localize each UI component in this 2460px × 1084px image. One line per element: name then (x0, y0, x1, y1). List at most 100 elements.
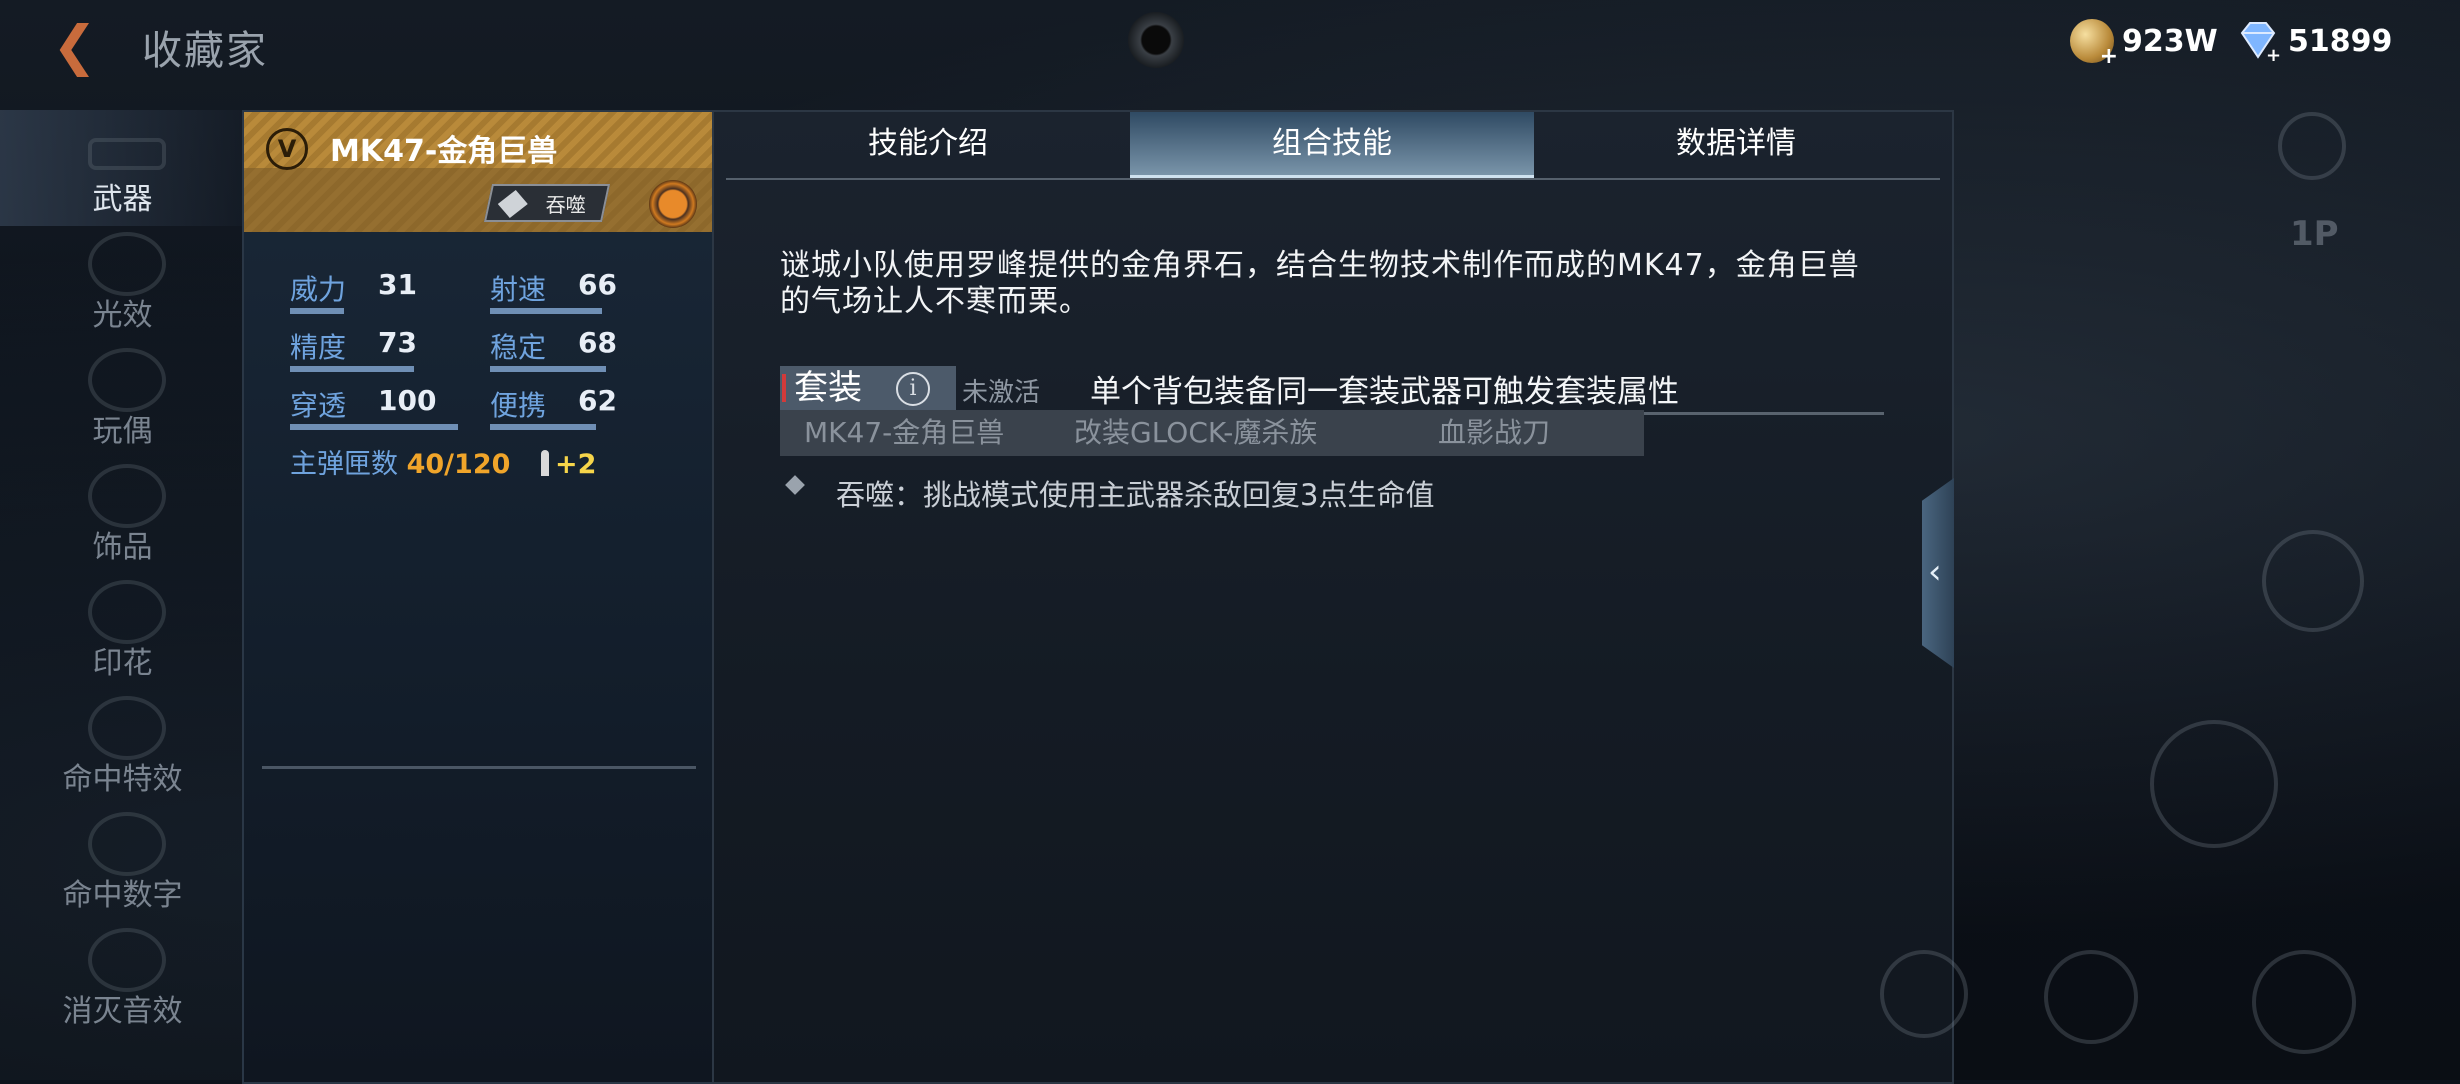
page-title: 收藏家 (142, 28, 268, 74)
gem-amount: 51899 (2288, 23, 2393, 59)
dpad-icon[interactable] (2278, 112, 2346, 180)
set-member: MK47-金角巨兽 (804, 416, 1005, 449)
info-icon[interactable]: i (896, 372, 930, 406)
gem-balance[interactable]: + 51899 (2236, 16, 2392, 66)
bullet-diamond-icon (785, 475, 805, 495)
set-description: 单个背包装备同一套装武器可触发套装属性 (1090, 374, 1679, 410)
fire-button-icon[interactable] (2252, 950, 2356, 1054)
hit-number-icon (88, 812, 166, 876)
stat-fire-rate: 射速 66 (490, 268, 680, 316)
stat-power: 威力 31 (290, 268, 480, 316)
weapon-orb-icon[interactable] (649, 180, 697, 228)
set-member: 改装GLOCK-魔杀族 (1074, 416, 1318, 449)
sidebar-item-label: 消灭音效 (62, 994, 183, 1029)
swap-icon[interactable] (2044, 950, 2138, 1044)
stat-value: 31 (378, 268, 417, 301)
stat-bar (290, 308, 344, 314)
set-member: 血影战刀 (1438, 416, 1551, 449)
sidebar-item-weapons[interactable]: 武器 (0, 110, 245, 226)
weapon-header: V MK47-金角巨兽 吞噬 (244, 112, 714, 232)
action-button-icon[interactable] (1880, 950, 1968, 1038)
crosshair-icon (88, 696, 166, 760)
sidebar-item-label: 印花 (92, 646, 153, 681)
sidebar-item-label: 命中特效 (62, 762, 183, 797)
player-tag: 1P (2290, 214, 2339, 254)
stat-value: 100 (378, 384, 437, 417)
sidebar-item-dolls[interactable]: 玩偶 (0, 342, 245, 458)
stat-bar (490, 366, 606, 372)
set-status: 未激活 (962, 378, 1041, 408)
magazine-info: 主弹匣数 40/120 +2 (290, 442, 596, 481)
stat-bar (490, 308, 602, 314)
tab-data-details[interactable]: 数据详情 (1534, 112, 1938, 178)
skill-icon (495, 190, 531, 218)
collapse-panel-button[interactable]: ‹ (1922, 478, 1954, 668)
header-shade (244, 168, 714, 232)
back-arrow-icon[interactable]: ❮ (52, 18, 112, 74)
sidebar-item-light-effects[interactable]: 光效 (0, 226, 245, 342)
sidebar-item-hit-effects[interactable]: 命中特效 (0, 690, 245, 806)
magazine-current: 40 (406, 449, 445, 480)
divider (262, 766, 696, 769)
chevron-left-icon: ‹ (1928, 552, 1942, 592)
sidebar-item-stickers[interactable]: 印花 (0, 574, 245, 690)
accessory-icon (88, 464, 166, 528)
stat-bar (490, 424, 596, 430)
skill-tag-label: 吞噬 (545, 193, 586, 217)
stat-portability: 便携 62 (490, 384, 680, 432)
skill-tag[interactable]: 吞噬 (483, 184, 611, 222)
sidebar-item-label: 饰品 (92, 530, 153, 565)
set-label-text: 套装 (794, 368, 862, 408)
stat-label: 穿透 (290, 389, 347, 422)
diamond-icon: + (2240, 22, 2280, 61)
stat-accuracy: 精度 73 (290, 326, 480, 374)
weapon-name: MK47-金角巨兽 (330, 134, 558, 169)
divider (726, 178, 1940, 180)
sidebar-item-label: 武器 (92, 182, 153, 217)
tab-combo-skills[interactable]: 组合技能 (1130, 112, 1534, 178)
tab-skill-intro[interactable]: 技能介绍 (726, 112, 1130, 178)
sidebar-item-kill-sounds[interactable]: 消灭音效 (0, 922, 245, 1038)
set-effect-text: 吞噬：挑战模式使用主武器杀敌回复3点生命值 (836, 478, 1435, 512)
bullet-icon (541, 450, 549, 476)
sidebar-item-label: 光效 (92, 298, 153, 333)
stat-label: 射速 (490, 273, 547, 306)
coin-balance[interactable]: 923W (2070, 16, 2218, 69)
doll-icon (88, 348, 166, 412)
magazine-label: 主弹匣数 (290, 449, 398, 480)
camera-lens-icon (1128, 12, 1184, 68)
set-bonus-header: 套装 i 未激活 单个背包装备同一套装武器可触发套装属性 (780, 356, 1884, 415)
sidebar-item-label: 玩偶 (92, 414, 153, 449)
stat-penetration: 穿透 100 (290, 384, 480, 432)
magazine-total: /120 (444, 449, 511, 480)
coin-icon (2070, 19, 2118, 69)
category-sidebar: 武器 光效 玩偶 饰品 印花 命中特效 命中数字 消灭音效 (0, 110, 245, 1080)
rifle-icon (88, 138, 166, 170)
stat-bar (290, 366, 414, 372)
stat-stability: 稳定 68 (490, 326, 680, 374)
stat-label: 威力 (290, 273, 347, 306)
coin-amount: 923W (2122, 23, 2218, 59)
top-bar: ❮ 收藏家 923W + 51899 (0, 0, 2460, 90)
bullet-button-icon[interactable] (2150, 720, 2278, 848)
set-label: 套装 i (780, 366, 956, 410)
tab-bar: 技能介绍 组合技能 数据详情 (726, 112, 1940, 178)
weapon-info-panel: V MK47-金角巨兽 吞噬 威力 31 射速 66 精度 73 稳定 68 穿… (242, 110, 716, 1084)
stat-value: 68 (578, 326, 617, 359)
sound-icon (88, 928, 166, 992)
sidebar-item-label: 命中数字 (62, 878, 183, 913)
set-members: MK47-金角巨兽 改装GLOCK-魔杀族 血影战刀 (780, 410, 1644, 456)
sidebar-item-accessories[interactable]: 饰品 (0, 458, 245, 574)
stat-value: 66 (578, 268, 617, 301)
stat-label: 便携 (490, 389, 547, 422)
stat-bar (290, 424, 458, 430)
stat-label: 稳定 (490, 331, 547, 364)
skill-detail-panel: 技能介绍 组合技能 数据详情 谜城小队使用罗峰提供的金角界石，结合生物技术制作而… (712, 110, 1954, 1084)
svg-text:+: + (2266, 45, 2280, 61)
sidebar-item-hit-numbers[interactable]: 命中数字 (0, 806, 245, 922)
marker (782, 374, 786, 402)
skill-button-icon[interactable] (2262, 530, 2364, 632)
sticker-icon (88, 580, 166, 644)
weapon-description: 谜城小队使用罗峰提供的金角界石，结合生物技术制作而成的MK47，金角巨兽的气场让… (780, 248, 1860, 319)
rank-badge-icon: V (266, 128, 308, 170)
